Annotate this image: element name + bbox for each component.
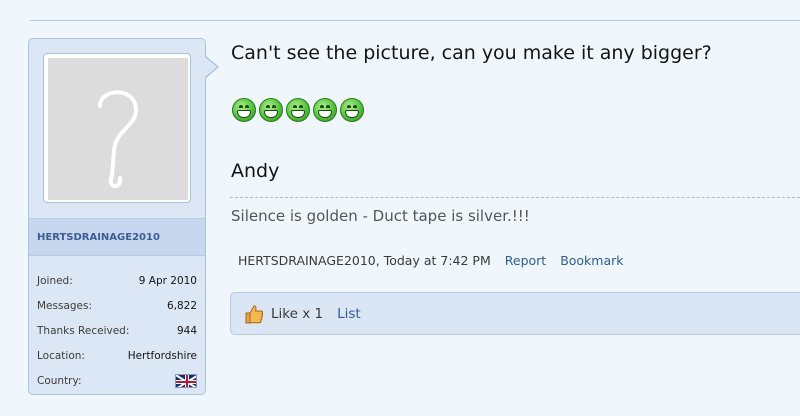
- meta-author[interactable]: HERTSDRAINAGE2010: [238, 253, 376, 268]
- message-arrow: [205, 57, 217, 77]
- joined-row: Joined: 9 Apr 2010: [37, 268, 197, 293]
- messages-row: Messages: 6,822: [37, 293, 197, 318]
- message-text: Can't see the picture, can you make it a…: [231, 42, 712, 64]
- message-meta: HERTSDRAINAGE2010, Today at 7:42 PM Repo…: [238, 253, 624, 268]
- smilies-row: [232, 98, 364, 122]
- avatar-placeholder: [48, 58, 188, 200]
- signature-text: Silence is golden - Duct tape is silver.…: [231, 207, 530, 225]
- top-divider: [30, 20, 800, 21]
- meta-author-time: HERTSDRAINAGE2010, Today at 7:42 PM: [238, 253, 491, 268]
- grin-icon: [340, 98, 364, 122]
- grin-icon: [259, 98, 283, 122]
- thumbs-up-icon: [243, 303, 265, 325]
- grin-icon: [286, 98, 310, 122]
- grin-icon: [232, 98, 256, 122]
- country-label: Country:: [37, 374, 82, 387]
- user-extra-info: Joined: 9 Apr 2010 Messages: 6,822 Thank…: [37, 268, 197, 393]
- joined-label: Joined:: [37, 274, 73, 287]
- like-count-text: Like x 1: [271, 305, 324, 322]
- messages-value[interactable]: 6,822: [167, 300, 197, 312]
- uk-flag-icon: [175, 373, 197, 388]
- report-link[interactable]: Report: [505, 253, 546, 268]
- likes-list-link[interactable]: List: [337, 306, 361, 322]
- username-bar: HERTSDRAINAGE2010: [29, 218, 205, 256]
- grin-icon: [313, 98, 337, 122]
- location-label: Location:: [37, 349, 85, 362]
- bookmark-link[interactable]: Bookmark: [560, 253, 623, 268]
- messages-label: Messages:: [37, 299, 93, 312]
- meta-time[interactable]: , Today at 7:42 PM: [376, 253, 491, 268]
- location-row: Location: Hertfordshire: [37, 343, 197, 368]
- likes-summary: Like x 1 List: [230, 292, 800, 335]
- location-value[interactable]: Hertfordshire: [128, 350, 197, 362]
- question-mark-icon: [98, 90, 139, 188]
- signature-divider: [230, 197, 800, 198]
- username-link[interactable]: HERTSDRAINAGE2010: [37, 232, 160, 243]
- avatar[interactable]: [43, 53, 191, 203]
- thanks-label: Thanks Received:: [37, 324, 130, 337]
- thanks-row: Thanks Received: 944: [37, 318, 197, 343]
- thanks-value: 944: [176, 324, 197, 337]
- joined-value: 9 Apr 2010: [138, 274, 197, 287]
- message-signoff: Andy: [231, 160, 280, 182]
- country-row: Country:: [37, 368, 197, 393]
